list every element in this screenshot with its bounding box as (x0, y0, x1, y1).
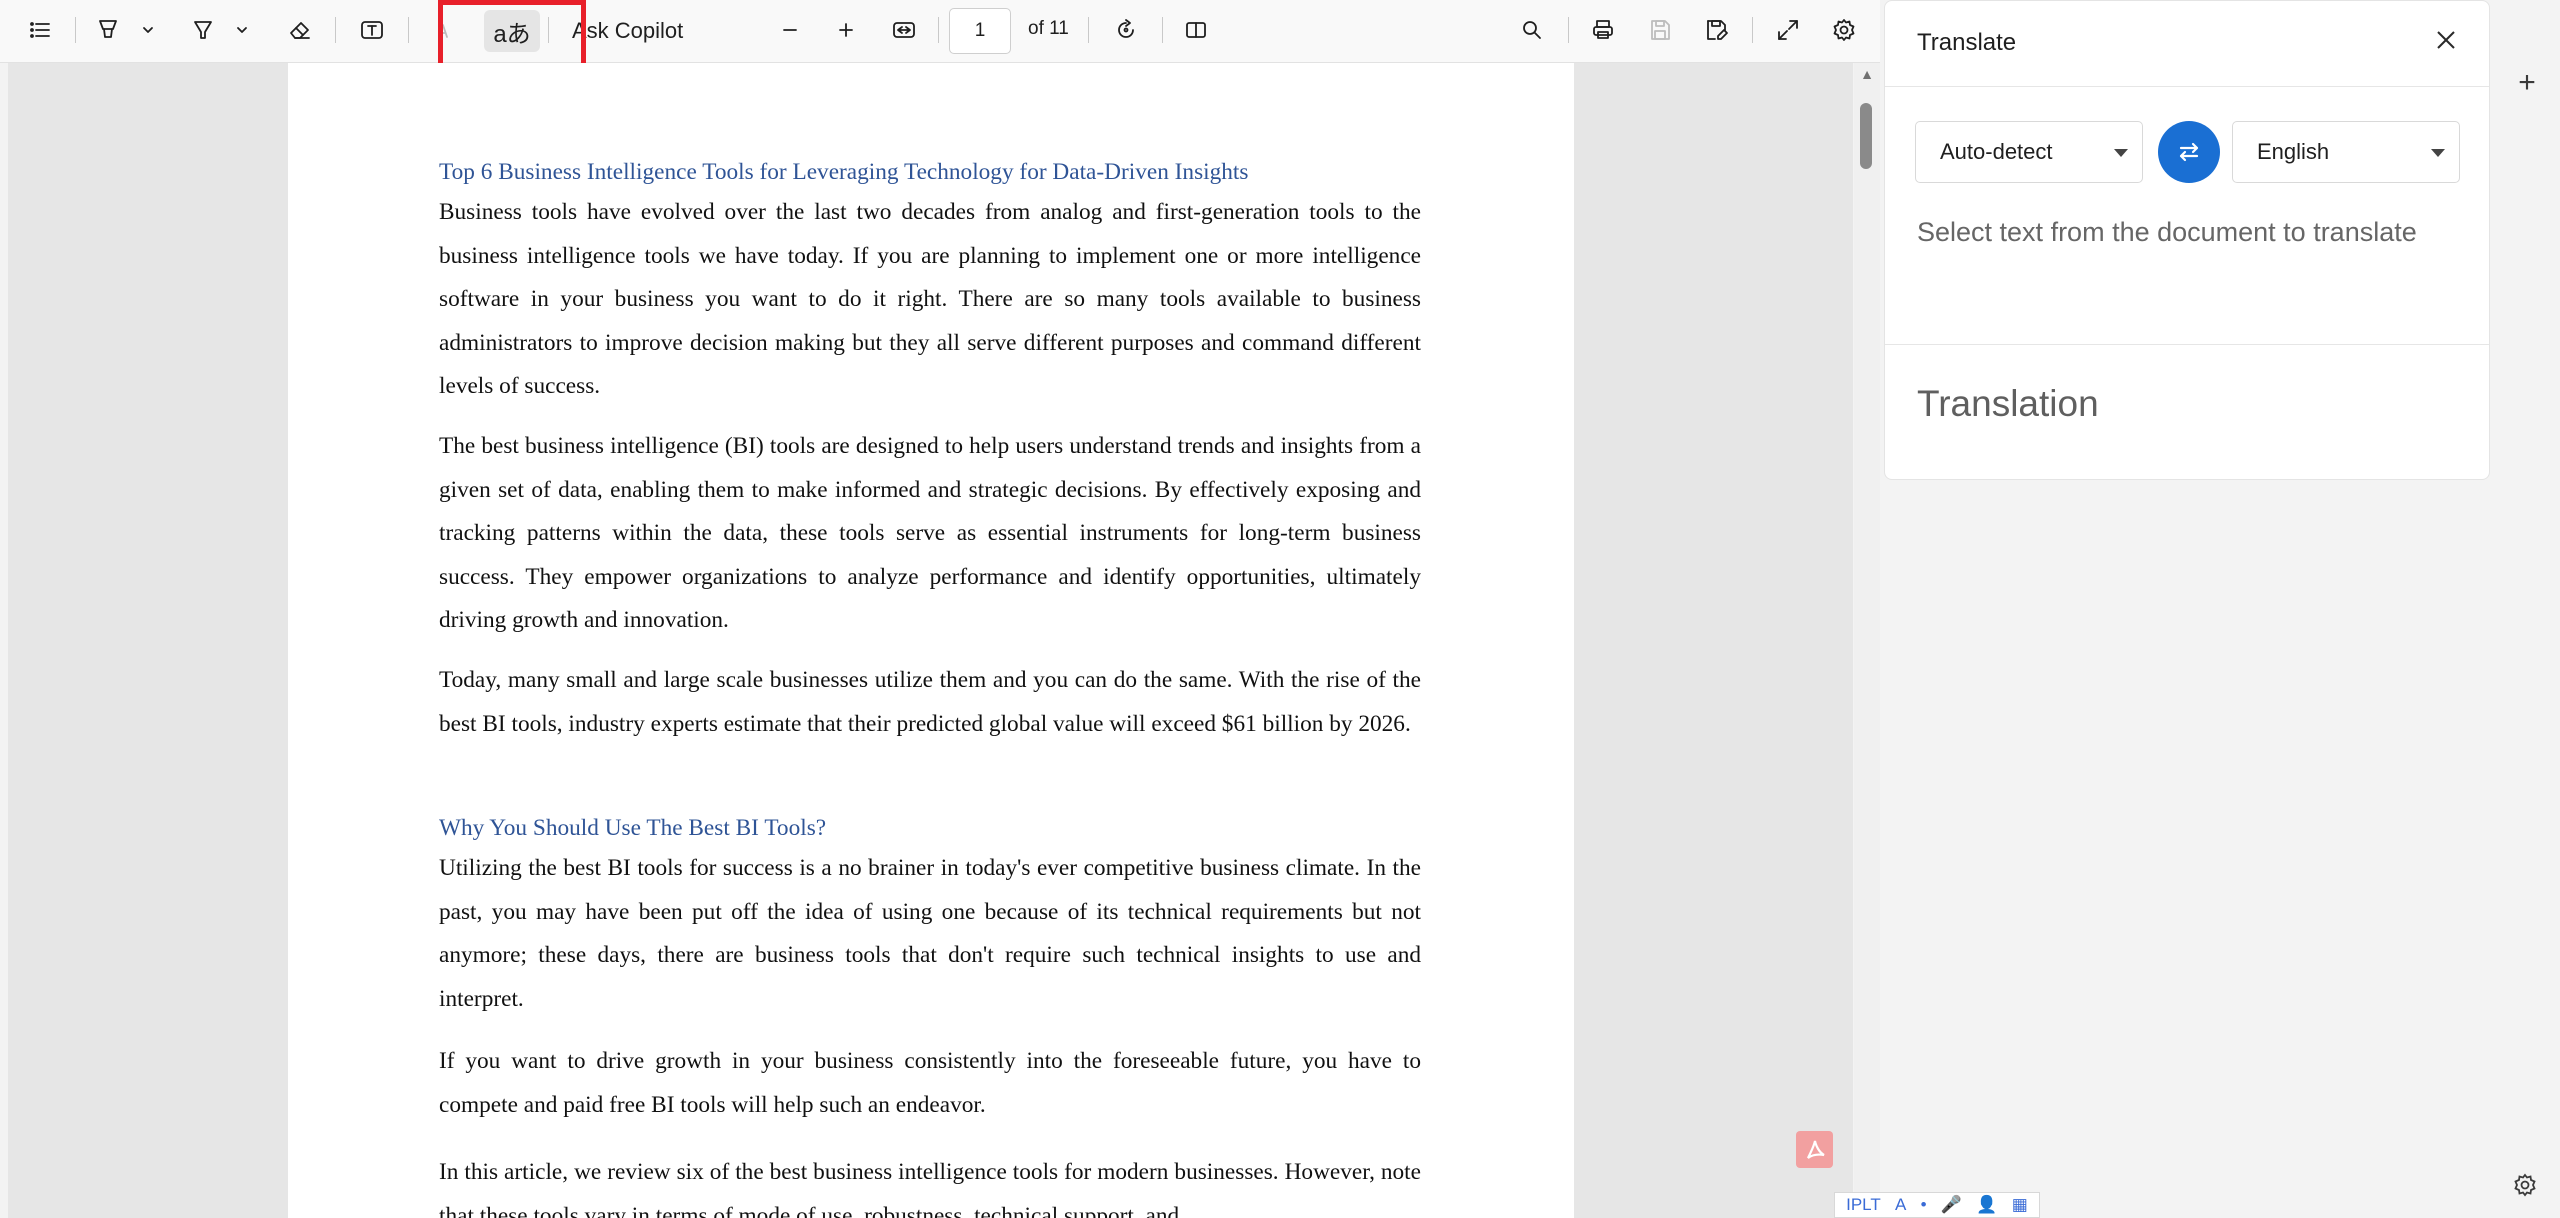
highlight-options-dropdown[interactable] (232, 12, 252, 48)
add-icon[interactable]: + (2512, 68, 2542, 98)
source-language-value: Auto-detect (1940, 139, 2053, 164)
save-icon (1651, 20, 1670, 40)
acrobat-badge[interactable] (1796, 1131, 1833, 1168)
fullscreen-icon (1778, 20, 1798, 40)
scrollbar-thumb[interactable] (1860, 103, 1872, 169)
toolbar-divider (75, 17, 76, 43)
highlight-icon (194, 21, 212, 39)
vertical-scrollbar[interactable] (1854, 63, 1880, 1218)
paragraph-6: In this article, we review six of the be… (439, 1159, 1421, 1218)
heading-1: Top 6 Business Intelligence Tools for Le… (439, 159, 1249, 185)
fit-width-button[interactable] (886, 12, 922, 48)
text-style-icon[interactable]: A (1895, 1195, 1906, 1215)
panel-empty-area (1884, 481, 2490, 1218)
zoom-in-icon (839, 23, 853, 37)
page-total: of 11 (1028, 18, 1069, 39)
gear-icon (2514, 1173, 2536, 1197)
translate-hint: Select text from the document to transla… (1917, 217, 2417, 247)
settings-icon (1833, 19, 1855, 41)
save-as-icon (1707, 20, 1728, 40)
draw-icon (99, 20, 117, 38)
toolbar-divider (938, 17, 939, 43)
close-icon (2437, 31, 2455, 49)
ask-copilot-button[interactable]: Ask Copilot (572, 17, 683, 45)
panel-divider (1885, 86, 2489, 87)
close-panel-button[interactable] (2433, 27, 2463, 57)
page-view-button[interactable] (1178, 12, 1214, 48)
scroll-up-arrow-icon[interactable]: ▲ (1857, 66, 1877, 86)
save-button[interactable] (1642, 12, 1678, 48)
rotate-button[interactable] (1108, 12, 1144, 48)
draw-button[interactable] (90, 12, 126, 48)
microphone-icon[interactable]: 🎤 (1941, 1195, 1962, 1215)
add-text-button[interactable] (354, 12, 390, 48)
chevron-down-icon (2431, 149, 2445, 157)
chevron-down-icon (237, 27, 247, 33)
highlight-button[interactable] (185, 12, 221, 48)
panel-divider (1885, 344, 2489, 345)
iplt-icon[interactable]: IPLT (1846, 1195, 1881, 1215)
text-box-icon (361, 21, 383, 39)
pdf-page: Top 6 Business Intelligence Tools for Le… (288, 63, 1574, 1218)
highlight-annotation-box (438, 0, 586, 72)
toolbar-divider (408, 17, 409, 43)
zoom-out-icon (783, 29, 797, 31)
panel-title: Translate (1917, 29, 2017, 56)
fullscreen-button[interactable] (1770, 12, 1806, 48)
translation-output-label: Translation (1917, 383, 2099, 424)
print-icon (1593, 20, 1613, 39)
toolbar-divider (1752, 17, 1753, 43)
right-rail (2520, 0, 2560, 1218)
apps-grid-icon[interactable]: ▦ (2012, 1195, 2028, 1215)
rotate-icon (1118, 19, 1134, 38)
document-viewport[interactable]: Top 6 Business Intelligence Tools for Le… (8, 63, 1853, 1218)
paragraph-3: Today, many small and large scale busine… (439, 667, 1421, 737)
toolbar-divider (1568, 17, 1569, 43)
chevron-down-icon (143, 27, 153, 33)
rail-settings-button[interactable] (2512, 1172, 2542, 1202)
dots-icon[interactable]: • (1921, 1195, 1927, 1215)
paragraph-2: The best business intelligence (BI) tool… (439, 433, 1421, 633)
toolbar-divider (1162, 17, 1163, 43)
search-icon (1523, 21, 1541, 39)
target-language-select[interactable]: English (2232, 121, 2460, 183)
chevron-down-icon (2114, 149, 2128, 157)
search-button[interactable] (1514, 12, 1550, 48)
print-button[interactable] (1585, 12, 1621, 48)
settings-button[interactable] (1826, 12, 1862, 48)
zoom-in-button[interactable] (828, 12, 864, 48)
contents-icon (30, 22, 50, 38)
paragraph-5: If you want to drive growth in your busi… (439, 1048, 1421, 1118)
paragraph-1: Business tools have evolved over the las… (439, 199, 1421, 399)
zoom-out-button[interactable] (772, 12, 808, 48)
floating-mini-toolbar[interactable]: IPLT A • 🎤 👤 ▦ (1834, 1192, 2040, 1218)
fit-width-icon (893, 22, 915, 38)
person-icon[interactable]: 👤 (1976, 1195, 1997, 1215)
target-language-value: English (2257, 139, 2330, 164)
save-as-button[interactable] (1698, 12, 1734, 48)
toolbar-divider (335, 17, 336, 43)
erase-button[interactable] (282, 12, 318, 48)
acrobat-icon (1806, 1140, 1825, 1159)
pdf-toolbar: aあ Ask Copilot of 11 (0, 0, 1880, 63)
draw-options-dropdown[interactable] (138, 12, 158, 48)
page-view-icon (1186, 22, 1206, 38)
page-number-input[interactable] (949, 8, 1011, 54)
source-language-select[interactable]: Auto-detect (1915, 121, 2143, 183)
paragraph-4: Utilizing the best BI tools for success … (439, 855, 1421, 1012)
contents-button[interactable] (22, 12, 58, 48)
swap-languages-button[interactable] (2158, 121, 2220, 183)
swap-icon (2179, 142, 2199, 162)
eraser-icon (290, 22, 310, 39)
translate-panel: Translate Auto-detect English Select tex… (1884, 0, 2490, 480)
toolbar-divider (1088, 17, 1089, 43)
heading-2: Why You Should Use The Best BI Tools? (439, 815, 827, 841)
